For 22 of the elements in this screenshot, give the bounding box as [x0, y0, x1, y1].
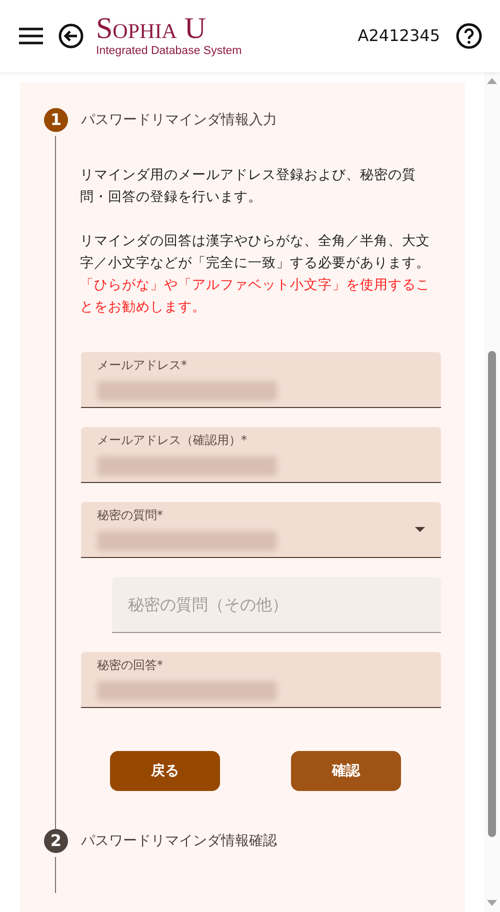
field-label: メールアドレス（確認用）*: [97, 432, 248, 448]
logo-title: Sophia U: [96, 14, 208, 44]
description-paragraph: リマインダ用のメールアドレス登録および、秘密の質問・回答の登録を行います。: [80, 166, 417, 207]
step-title: パスワードリマインダ情報入力: [81, 110, 277, 130]
notice-paragraph: リマインダの回答は漢字やひらがな、全角／半角、大文字／小文字などが「完全に一致」する必要があります。 「ひらがな」や「アルファベット小文字」を使用することをお勧めします。: [80, 232, 431, 317]
step-title: パスワードリマインダ情報確認: [81, 832, 277, 850]
input-field[interactable]: メールアドレス*: [81, 352, 441, 408]
dropdown-arrow-icon: [415, 527, 425, 532]
field-label: メールアドレス*: [97, 357, 188, 373]
logo-subtitle: Integrated Database System: [96, 44, 242, 58]
back-button[interactable]: 戻る: [110, 751, 220, 791]
field-label: 秘密の質問*: [97, 507, 164, 523]
menu-icon[interactable]: [18, 27, 44, 45]
help-icon[interactable]: [456, 23, 482, 49]
input-field[interactable]: メールアドレス（確認用）*: [81, 427, 441, 483]
step-number: 1: [44, 108, 68, 132]
confirm-button[interactable]: 確認: [291, 751, 401, 791]
field-label: 秘密の回答*: [97, 657, 164, 673]
input-field[interactable]: 秘密の回答*: [81, 652, 441, 708]
user-id: A2412345: [358, 25, 440, 47]
step-number: 2: [44, 829, 68, 853]
select-field[interactable]: 秘密の質問*: [81, 502, 441, 558]
